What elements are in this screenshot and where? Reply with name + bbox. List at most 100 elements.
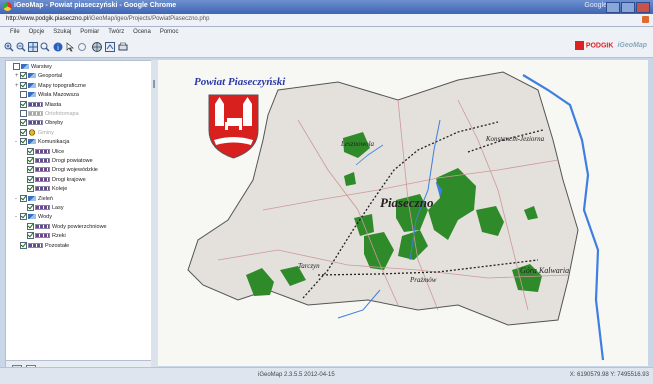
town-label-konstancin: Konstancin-Jeziorna [485, 135, 545, 143]
layer-style-icon [28, 73, 36, 79]
town-label-piaseczno: Piaseczno [380, 195, 434, 210]
layer-style-icon [35, 176, 50, 182]
layer-label: Zieleń [38, 195, 53, 202]
layer-item[interactable]: Warstwy [8, 63, 52, 72]
layer-item[interactable]: Ulice [22, 147, 64, 157]
layer-label: Ortofotomapa [45, 111, 79, 117]
pan-icon[interactable] [28, 42, 38, 52]
layer-item[interactable]: Gminy [15, 128, 54, 138]
menu-file[interactable]: File [10, 27, 20, 37]
layer-style-icon [28, 92, 36, 98]
map-view[interactable]: Powiat Piaseczyński Lesznowola Konstanci… [158, 60, 648, 366]
identify-icon[interactable]: i [53, 42, 63, 52]
layer-item[interactable]: Obręby [15, 119, 63, 128]
status-bar: iGeoMap 2.3.5.5 2012-04-15 X: 6190579.98… [0, 367, 653, 384]
layer-label: Mapy topograficzne [38, 82, 86, 89]
layer-checkbox[interactable] [27, 147, 34, 155]
layer-item[interactable]: Drogi wojewódzkie [22, 166, 98, 175]
layer-style-icon [35, 223, 50, 229]
chrome-icon [3, 2, 12, 11]
layer-label: Drogi powiatowe [52, 158, 93, 164]
layer-item[interactable]: Miasta [15, 100, 62, 110]
menu-bar: File Opcje Szukaj Pomiar Twórz Ocena Pom… [0, 27, 653, 37]
menu-search[interactable]: Szukaj [53, 27, 71, 37]
layer-checkbox[interactable] [27, 232, 34, 240]
title-bar: iGeoMap - Powiat piaseczyński - Google C… [0, 0, 653, 14]
menu-create[interactable]: Twórz [108, 27, 124, 37]
close-button[interactable] [636, 2, 650, 13]
layer-checkbox[interactable] [27, 175, 34, 183]
menu-measure[interactable]: Pomiar [80, 27, 99, 37]
layer-label: Koleje [52, 186, 68, 193]
layer-checkbox[interactable] [27, 204, 34, 212]
layer-item[interactable]: - Wody [15, 213, 52, 222]
wrench-icon[interactable] [642, 16, 649, 23]
layer-item[interactable]: Ortofotomapa [15, 110, 79, 119]
layer-checkbox[interactable] [27, 222, 34, 230]
url-text[interactable]: http://www.podgik.piaseczno.pl/iGeoMap/i… [6, 16, 209, 22]
layer-label: Geoportal [38, 73, 63, 80]
layer-item[interactable]: Drogi krajowe [22, 175, 86, 185]
layer-style-icon [35, 205, 50, 211]
zoom-box-icon[interactable] [40, 42, 50, 52]
zoom-in-icon[interactable] [4, 42, 14, 52]
layer-checkbox[interactable] [20, 100, 27, 108]
town-label-tarczyn: Tarczyn [298, 262, 320, 270]
layer-checkbox[interactable] [13, 63, 20, 71]
layer-item[interactable]: + Geoportal [15, 72, 62, 81]
address-bar[interactable]: http://www.podgik.piaseczno.pl/iGeoMap/i… [0, 14, 653, 27]
layer-item[interactable]: Drogi powiatowe [22, 157, 93, 166]
zoom-out-icon[interactable] [16, 42, 26, 52]
measure-icon[interactable] [105, 42, 115, 52]
layer-style-icon [28, 242, 43, 248]
layer-item[interactable]: Lasy [22, 204, 64, 213]
layer-checkbox[interactable] [20, 110, 27, 118]
layer-item[interactable]: Wody powierzchniowe [22, 222, 107, 232]
layer-item[interactable]: - Zieleń [15, 194, 53, 204]
layer-item[interactable]: Pozostałe [15, 241, 70, 251]
layer-label: Wisła Mazowsza [38, 92, 79, 99]
layer-style-icon [28, 82, 36, 88]
layer-style-icon [35, 186, 50, 192]
splitter-grip[interactable] [153, 80, 155, 88]
layer-item[interactable]: Rzeki [22, 232, 66, 241]
select-icon[interactable] [65, 42, 75, 52]
layer-checkbox[interactable] [27, 157, 34, 165]
podgik-logo[interactable]: PODGIK [575, 41, 614, 50]
layer-checkbox[interactable] [20, 119, 27, 127]
layer-checkbox[interactable] [20, 81, 27, 89]
menu-options[interactable]: Opcje [29, 27, 45, 37]
version-text: iGeoMap 2.3.5.5 2012-04-15 [258, 372, 335, 378]
url-host: http://www.podgik.piaseczno.pl [6, 16, 89, 22]
igeomap-logo[interactable]: iGeoMap [617, 42, 647, 49]
menu-help[interactable]: Pomoc [160, 27, 179, 37]
layer-item[interactable]: - Komunikacja [15, 138, 70, 147]
layer-checkbox[interactable] [20, 241, 27, 249]
layer-checkbox[interactable] [20, 213, 27, 221]
layer-checkbox[interactable] [20, 128, 27, 136]
layer-style-icon [28, 139, 36, 145]
layer-item[interactable]: Wisła Mazowsza [15, 91, 79, 100]
layer-checkbox[interactable] [20, 91, 27, 99]
layer-label: Miasta [45, 101, 62, 108]
layer-item[interactable]: Koleje [22, 185, 67, 194]
url-path: /iGeoMap/igeo/Projects/PowiatPiaseczno.p… [88, 16, 210, 22]
print-icon[interactable] [118, 42, 128, 52]
layer-checkbox[interactable] [20, 194, 27, 202]
layer-checkbox[interactable] [27, 166, 34, 174]
layer-label: Komunikacja [38, 139, 70, 146]
layer-checkbox[interactable] [20, 72, 27, 80]
globe-icon[interactable] [92, 42, 102, 52]
layer-label: Wody [38, 214, 52, 221]
info-icon[interactable] [77, 42, 87, 52]
menu-rating[interactable]: Ocena [133, 27, 151, 37]
layer-label: Pozostałe [45, 242, 70, 249]
maximize-button[interactable] [621, 2, 635, 13]
minimize-button[interactable] [606, 2, 620, 13]
layer-item[interactable]: + Mapy topograficzne [15, 81, 86, 91]
panel-splitter[interactable] [151, 60, 158, 377]
layer-checkbox[interactable] [27, 185, 34, 193]
layer-checkbox[interactable] [20, 138, 27, 146]
layer-style-icon [28, 195, 36, 201]
user-label[interactable]: Google [584, 2, 607, 9]
